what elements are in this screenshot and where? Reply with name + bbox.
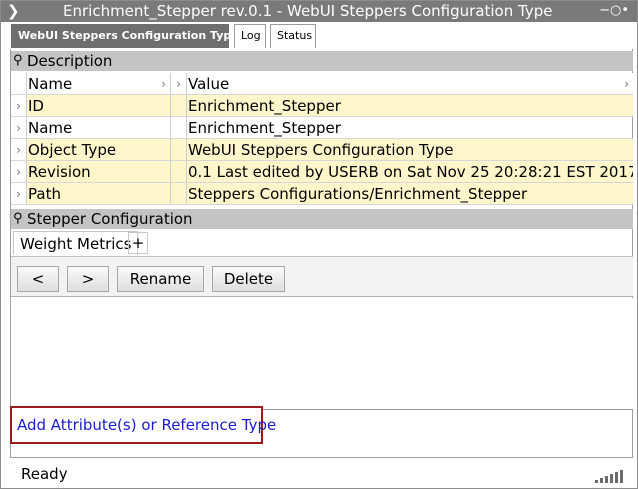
- column-header-name[interactable]: Name ›: [27, 73, 171, 95]
- signal-strength-icon: [595, 469, 629, 483]
- previous-button[interactable]: <: [17, 266, 59, 292]
- row-value[interactable]: Enrichment_Stepper: [187, 95, 633, 117]
- delete-button[interactable]: Delete: [212, 266, 285, 292]
- tab-configuration-type[interactable]: WebUI Steppers Configuration Type: [11, 24, 239, 48]
- row-value[interactable]: Enrichment_Stepper: [187, 117, 633, 139]
- row-expander-icon[interactable]: ›: [11, 117, 27, 139]
- next-button[interactable]: >: [67, 266, 109, 292]
- row-name: ID: [27, 95, 171, 117]
- table-row[interactable]: › Name Enrichment_Stepper: [11, 117, 633, 139]
- add-tab-button[interactable]: +: [128, 232, 148, 254]
- chevron-right-icon: ›: [624, 77, 629, 91]
- row-value[interactable]: 0.1 Last edited by USERB on Sat Nov 25 2…: [187, 161, 633, 183]
- row-header-blank: [11, 73, 27, 95]
- table-header: Name › › Value ›: [11, 73, 633, 95]
- row-value[interactable]: Steppers Configurations/Enrichment_Stepp…: [187, 183, 633, 205]
- column-header-value-label: Value: [188, 75, 230, 93]
- description-section-header[interactable]: ⚲ Description: [11, 51, 633, 71]
- column-header-name-label: Name: [28, 75, 73, 93]
- title-bar: ❯ Enrichment_Stepper rev.0.1 - WebUI Ste…: [1, 1, 637, 22]
- status-bar: Ready: [1, 461, 637, 488]
- chevron-right-icon[interactable]: ❯: [7, 2, 20, 20]
- pin-marker-icon: ⚲: [13, 211, 23, 226]
- stepper-tabs: Weight Metrics +: [11, 230, 633, 256]
- editor-content: ⚲ Description Name › › Value › › ID Enri…: [10, 49, 633, 458]
- row-spacer: [171, 117, 187, 139]
- row-name: Path: [27, 183, 171, 205]
- pin-icon[interactable]: −○•: [599, 3, 629, 18]
- tab-bar: WebUI Steppers Configuration Type Log St…: [1, 22, 637, 49]
- row-spacer: [171, 139, 187, 161]
- row-expander-icon[interactable]: ›: [11, 183, 27, 205]
- status-text: Ready: [21, 465, 68, 483]
- chevron-right-icon: ›: [161, 77, 166, 91]
- rename-button[interactable]: Rename: [117, 266, 204, 292]
- description-title: Description: [27, 52, 113, 70]
- app-window: ❯ Enrichment_Stepper rev.0.1 - WebUI Ste…: [0, 0, 638, 489]
- pin-marker-icon: ⚲: [13, 53, 23, 68]
- window-title: Enrichment_Stepper rev.0.1 - WebUI Stepp…: [63, 2, 553, 20]
- table-row[interactable]: › Object Type WebUI Steppers Configurati…: [11, 139, 633, 161]
- tab-weight-metrics[interactable]: Weight Metrics: [13, 231, 139, 255]
- stepper-section-title: Stepper Configuration: [27, 210, 193, 228]
- column-header-value[interactable]: Value ›: [187, 73, 633, 95]
- stepper-toolbar: < > Rename Delete: [11, 257, 633, 297]
- table-row[interactable]: › ID Enrichment_Stepper: [11, 95, 633, 117]
- row-spacer: [171, 161, 187, 183]
- stepper-section-header[interactable]: ⚲ Stepper Configuration: [11, 209, 633, 229]
- row-expander-icon[interactable]: ›: [11, 139, 27, 161]
- tab-status[interactable]: Status: [270, 24, 316, 48]
- attribute-list[interactable]: [11, 298, 633, 410]
- row-expander-icon[interactable]: ›: [11, 161, 27, 183]
- tab-log[interactable]: Log: [234, 24, 266, 48]
- table-row[interactable]: › Path Steppers Configurations/Enrichmen…: [11, 183, 633, 205]
- row-spacer: [171, 183, 187, 205]
- row-expander-icon[interactable]: ›: [11, 95, 27, 117]
- table-row[interactable]: › Revision 0.1 Last edited by USERB on S…: [11, 161, 633, 183]
- add-attribute-link[interactable]: Add Attribute(s) or Reference Type: [10, 406, 276, 444]
- row-name: Name: [27, 117, 171, 139]
- row-name: Revision: [27, 161, 171, 183]
- row-spacer: [171, 95, 187, 117]
- row-value[interactable]: WebUI Steppers Configuration Type: [187, 139, 633, 161]
- row-name: Object Type: [27, 139, 171, 161]
- expand-icon[interactable]: ›: [171, 73, 187, 95]
